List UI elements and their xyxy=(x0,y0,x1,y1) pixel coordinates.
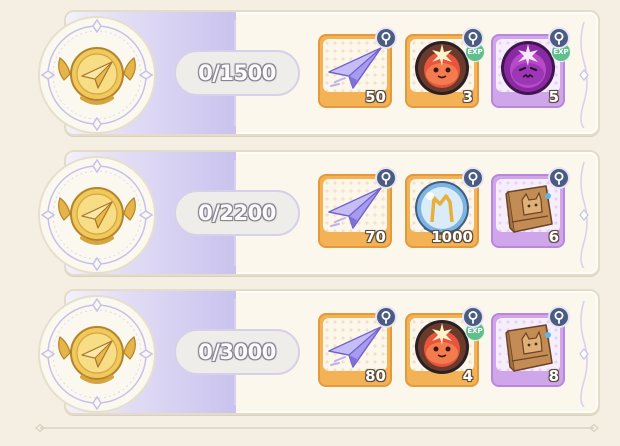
paper-plane-medal-icon xyxy=(34,152,160,278)
pin-icon[interactable] xyxy=(462,27,484,49)
item-quantity: 1000 xyxy=(431,228,473,246)
item-quantity: 4 xyxy=(462,367,473,385)
reward-item-paper-plane[interactable]: 50 xyxy=(318,27,397,108)
progress-counter: 0/3000 xyxy=(174,329,300,375)
row-ornament xyxy=(576,161,592,269)
reward-item-orange-slime[interactable]: 3 EXP xyxy=(405,27,485,108)
reward-item-paper-plane[interactable]: 80 xyxy=(318,306,397,387)
reward-row: 0/1500 50 3 EXP 5 EXP xyxy=(38,10,600,136)
footer-divider xyxy=(35,424,599,432)
paper-plane-medal-icon xyxy=(34,291,160,417)
pin-icon[interactable] xyxy=(375,27,397,49)
item-quantity: 5 xyxy=(548,88,559,106)
item-quantity: 70 xyxy=(365,228,386,246)
reward-item-orange-slime[interactable]: 4 EXP xyxy=(405,306,485,387)
progress-counter: 0/2200 xyxy=(174,190,300,236)
item-quantity: 8 xyxy=(548,367,559,385)
row-ornament xyxy=(576,300,592,408)
reward-row: 0/2200 70 1000 6 xyxy=(38,150,600,276)
reward-row: 0/3000 80 4 EXP 8 xyxy=(38,289,600,415)
reward-item-purple-slime[interactable]: 5 EXP xyxy=(491,27,571,108)
item-quantity: 50 xyxy=(365,88,386,106)
row-ornament xyxy=(576,21,592,129)
pin-icon[interactable] xyxy=(375,306,397,328)
item-quantity: 80 xyxy=(365,367,386,385)
paper-plane-medal-icon xyxy=(34,12,160,138)
item-quantity: 3 xyxy=(462,88,473,106)
reward-item-cat-book[interactable]: 6 xyxy=(491,167,570,248)
pin-icon[interactable] xyxy=(462,167,484,189)
pin-icon[interactable] xyxy=(548,306,570,328)
pin-icon[interactable] xyxy=(548,27,570,49)
item-quantity: 6 xyxy=(548,228,559,246)
pin-icon[interactable] xyxy=(548,167,570,189)
reward-item-paper-plane[interactable]: 70 xyxy=(318,167,397,248)
reward-item-crystal-orb[interactable]: 1000 xyxy=(405,167,484,248)
pin-icon[interactable] xyxy=(375,167,397,189)
pin-icon[interactable] xyxy=(462,306,484,328)
progress-counter: 0/1500 xyxy=(174,50,300,96)
reward-item-cat-book[interactable]: 8 xyxy=(491,306,570,387)
